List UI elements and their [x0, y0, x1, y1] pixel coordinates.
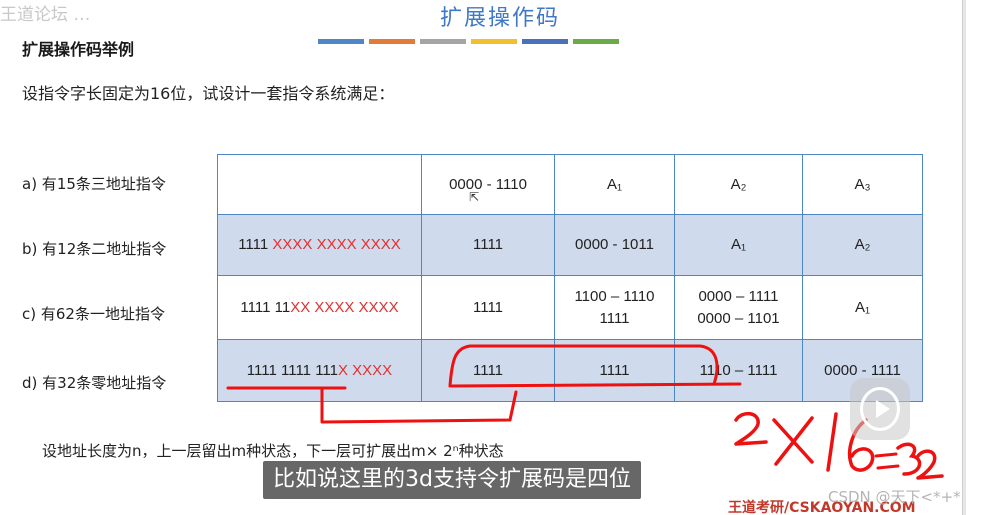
one-glyph — [826, 412, 838, 472]
mouse-cursor-icon: ⇱ — [469, 190, 480, 204]
table-row: 0000 - 1110 A₁ A₂ A₃ — [217, 154, 923, 215]
equals-glyph — [874, 452, 900, 470]
table-cell: A₂ — [802, 214, 923, 276]
table-cell: A₃ — [802, 154, 923, 215]
accent-color-bars — [318, 39, 619, 44]
table-row: 1111 1111 111X XXXX 1111 1111 1110 – 111… — [217, 339, 923, 402]
table-cell: 1111 — [554, 339, 675, 402]
table-cell: A₁ — [802, 275, 923, 340]
table-cell: 1111 — [421, 214, 555, 276]
format-cell — [217, 154, 422, 215]
table-cell: 1100 – 1110 1111 — [554, 275, 675, 340]
table-row: 1111 XXXX XXXX XXXX 1111 0000 - 1011 A₁ … — [217, 214, 923, 276]
table-cell: 1111 — [421, 339, 555, 402]
format-cell: 1111 11XX XXXX XXXX — [217, 275, 422, 340]
csdn-watermark: CSDN @天下<*+*> — [828, 488, 974, 506]
row-label-c: c) 有62条一地址指令 — [22, 303, 165, 324]
formula-text: 设地址长度为n，上一层留出m种状态，下一层可扩展出m× 2ⁿ种状态 — [42, 442, 504, 460]
format-cell: 1111 1111 111X XXXX — [217, 339, 422, 402]
table-cell: 1111 — [421, 275, 555, 340]
accent-bar — [471, 39, 517, 44]
table-cell: 1110 – 1111 — [674, 339, 803, 402]
accent-bar — [522, 39, 568, 44]
times-glyph — [772, 416, 814, 466]
table-cell: 0000 - 1011 — [554, 214, 675, 276]
label-suffix: 条一地址指令 — [74, 305, 165, 323]
two-glyph — [916, 449, 944, 480]
label-prefix: b) 有 — [22, 240, 58, 258]
slide-title: 扩展操作码 — [439, 6, 560, 31]
label-num: 32 — [57, 374, 77, 392]
accent-bar — [573, 39, 619, 44]
label-prefix: d) 有 — [22, 374, 58, 392]
accent-bar — [369, 39, 415, 44]
intro-text: 设指令字长固定为16位，试设计一套指令系统满足： — [22, 84, 395, 103]
accent-bar — [420, 39, 466, 44]
video-caption: 比如说这里的3d支持令扩展码是四位 — [263, 461, 641, 499]
table-cell: 0000 - 1110 — [421, 154, 555, 215]
label-suffix: 条二地址指令 — [76, 240, 167, 258]
row-label-b: b) 有12条二地址指令 — [22, 238, 166, 259]
side-panel — [966, 0, 1000, 515]
label-num: 62 — [55, 305, 75, 323]
opcode-table: 0000 - 1110 A₁ A₂ A₃ 1111 XXXX XXXX XXXX… — [217, 154, 923, 402]
slide-subtitle: 扩展操作码举例 — [22, 40, 135, 59]
label-num: 15 — [56, 175, 76, 193]
row-label-d: d) 有32条零地址指令 — [22, 372, 166, 393]
label-suffix: 条三地址指令 — [75, 175, 166, 193]
format-cell: 1111 XXXX XXXX XXXX — [217, 214, 422, 276]
table-cell: A₁ — [674, 214, 803, 276]
table-cell: A₁ — [554, 154, 675, 215]
two-glyph — [734, 411, 768, 446]
label-prefix: c) 有 — [22, 305, 56, 323]
label-prefix: a) 有 — [22, 175, 57, 193]
table-cell: A₂ — [674, 154, 803, 215]
row-label-a: a) 有15条三地址指令 — [22, 173, 166, 194]
accent-bar — [318, 39, 364, 44]
label-num: 12 — [57, 240, 77, 258]
label-suffix: 条零地址指令 — [76, 374, 167, 392]
table-row: 1111 11XX XXXX XXXX 1111 1100 – 1110 1111… — [217, 275, 923, 340]
play-button-icon[interactable] — [850, 378, 910, 440]
three-glyph — [896, 442, 922, 476]
table-cell: 0000 – 1111 0000 – 1101 — [674, 275, 803, 340]
